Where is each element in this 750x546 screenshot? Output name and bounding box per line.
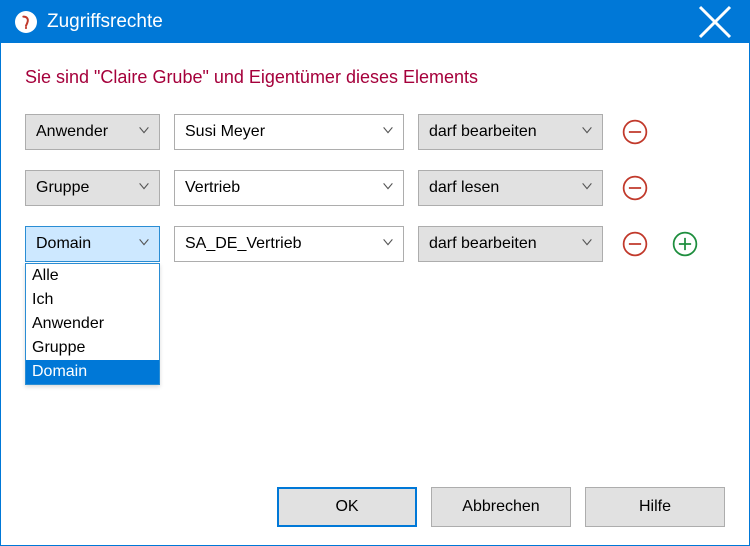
window-title: Zugriffsrechte	[47, 11, 695, 33]
permission-rows: Anwender Susi Meyer darf bearbeiten Grup…	[25, 114, 725, 262]
permission-row: Anwender Susi Meyer darf bearbeiten	[25, 114, 725, 150]
type-select[interactable]: Anwender	[25, 114, 160, 150]
minus-circle-icon	[621, 230, 649, 258]
remove-row-button[interactable]	[617, 114, 653, 150]
help-button[interactable]: Hilfe	[585, 487, 725, 527]
type-option[interactable]: Anwender	[26, 312, 159, 336]
target-select[interactable]: Susi Meyer	[174, 114, 404, 150]
chevron-down-icon	[580, 179, 594, 197]
permission-row: Gruppe Vertrieb darf lesen	[25, 170, 725, 206]
add-row-button[interactable]	[667, 226, 703, 262]
chevron-down-icon	[381, 123, 395, 141]
type-option[interactable]: Alle	[26, 264, 159, 288]
minus-circle-icon	[621, 174, 649, 202]
chevron-down-icon	[580, 235, 594, 253]
permission-select[interactable]: darf bearbeiten	[418, 226, 603, 262]
chevron-down-icon	[381, 235, 395, 253]
type-dropdown-list: Alle Ich Anwender Gruppe Domain	[25, 263, 160, 385]
target-select-label: Susi Meyer	[185, 123, 381, 141]
permission-row: Domain Alle Ich Anwender Gruppe Domain S…	[25, 226, 725, 262]
type-select[interactable]: Domain Alle Ich Anwender Gruppe Domain	[25, 226, 160, 262]
permission-select[interactable]: darf lesen	[418, 170, 603, 206]
type-option[interactable]: Domain	[26, 360, 159, 384]
target-select[interactable]: SA_DE_Vertrieb	[174, 226, 404, 262]
type-select-label: Anwender	[36, 123, 137, 141]
chevron-down-icon	[137, 123, 151, 141]
type-select-label: Domain	[36, 235, 137, 253]
chevron-down-icon	[137, 235, 151, 253]
chevron-down-icon	[137, 179, 151, 197]
chevron-down-icon	[381, 179, 395, 197]
chevron-down-icon	[580, 123, 594, 141]
type-option[interactable]: Ich	[26, 288, 159, 312]
remove-row-button[interactable]	[617, 170, 653, 206]
remove-row-button[interactable]	[617, 226, 653, 262]
type-select[interactable]: Gruppe	[25, 170, 160, 206]
close-button[interactable]	[695, 1, 735, 43]
minus-circle-icon	[621, 118, 649, 146]
permission-select-label: darf bearbeiten	[429, 235, 580, 253]
ok-button[interactable]: OK	[277, 487, 417, 527]
permission-select[interactable]: darf bearbeiten	[418, 114, 603, 150]
target-select-label: SA_DE_Vertrieb	[185, 235, 381, 253]
app-icon	[15, 11, 37, 33]
titlebar: Zugriffsrechte	[1, 1, 749, 43]
target-select[interactable]: Vertrieb	[174, 170, 404, 206]
permission-select-label: darf bearbeiten	[429, 123, 580, 141]
dialog-body: Sie sind "Claire Grube" und Eigentümer d…	[1, 43, 749, 545]
cancel-button[interactable]: Abbrechen	[431, 487, 571, 527]
owner-info-text: Sie sind "Claire Grube" und Eigentümer d…	[25, 67, 725, 88]
type-option[interactable]: Gruppe	[26, 336, 159, 360]
dialog-footer: OK Abbrechen Hilfe	[25, 469, 725, 527]
target-select-label: Vertrieb	[185, 179, 381, 197]
permission-select-label: darf lesen	[429, 179, 580, 197]
plus-circle-icon	[671, 230, 699, 258]
type-select-label: Gruppe	[36, 179, 137, 197]
